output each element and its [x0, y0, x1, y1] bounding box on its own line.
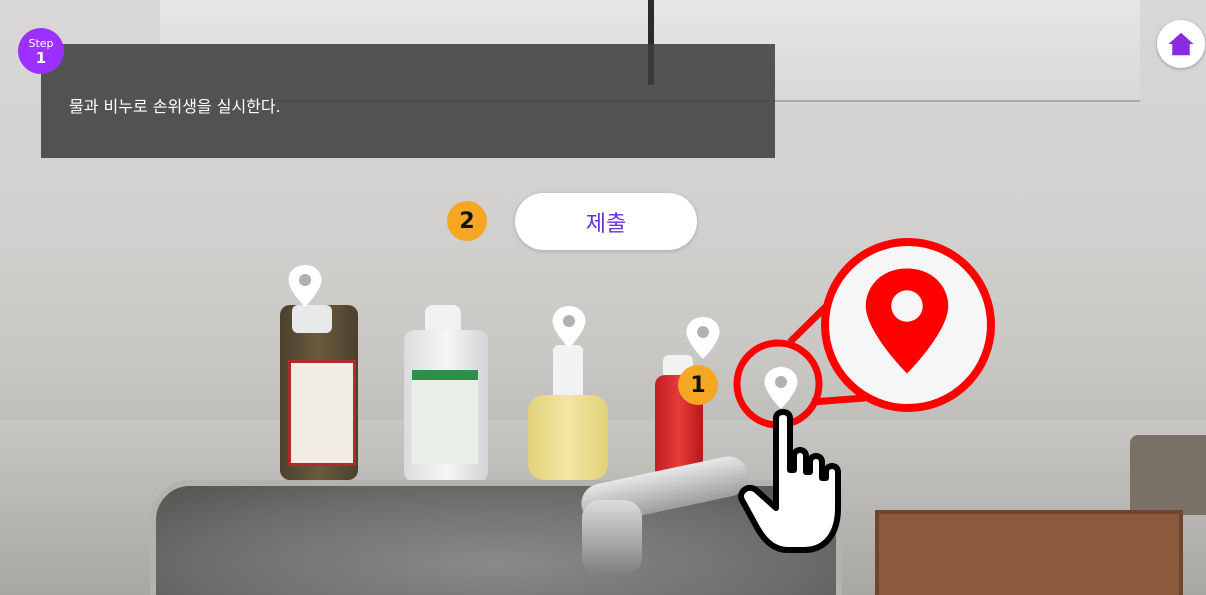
scene: 물과 비누로 손위생을 실시한다. Step 1 2 제출 1 [0, 0, 1206, 595]
pointing-hand-icon [738, 409, 841, 553]
callout-magnifier [733, 238, 995, 429]
location-pin-icon-enlarged [865, 268, 949, 374]
callout-badge-1: 1 [678, 365, 718, 405]
location-pin-icon-highlighted[interactable] [763, 365, 799, 411]
